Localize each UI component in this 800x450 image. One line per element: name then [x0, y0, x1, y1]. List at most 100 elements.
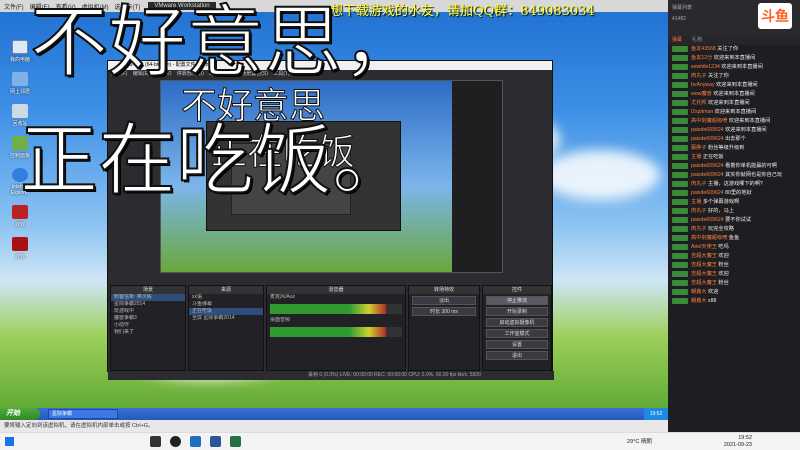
- chat-text: 80里的地狱: [725, 190, 752, 196]
- chat-text: 好的，马上: [708, 208, 734, 214]
- chat-text: 欢迎来到本直播间: [713, 91, 755, 97]
- chat-text: 主播，这游戏哪下的啊?: [708, 181, 763, 187]
- chat-username[interactable]: 吉超大魔王: [691, 280, 717, 286]
- overlay-line1: 不好意思，: [29, 0, 421, 88]
- chat-username[interactable]: 吉超大魔王: [691, 253, 717, 259]
- desktop-icon-game2[interactable]: 游戏: [4, 237, 36, 260]
- scene-item[interactable]: 星际争霸2014: [111, 301, 185, 308]
- chat-username[interactable]: wow魔兽: [691, 91, 712, 97]
- chat-message: paisde609624 80里的地狱: [668, 189, 800, 198]
- source-item[interactable]: 斗鱼弹幕: [189, 301, 263, 308]
- fan-badge-icon: [672, 216, 688, 223]
- obs-window[interactable]: OBS 27.1 (64-bit, win) - 配置文件: 未命名 文件(F)…: [107, 60, 554, 380]
- chat-username[interactable]: 朝鑫大: [691, 298, 707, 304]
- task-icon[interactable]: [190, 436, 201, 447]
- chat-text: 要不你试试: [725, 217, 752, 223]
- clock-time: 19:52: [738, 435, 752, 441]
- chat-username[interactable]: paisde609624: [691, 136, 724, 142]
- game-icon: [12, 205, 28, 219]
- chat-text: 粉丝: [718, 262, 729, 268]
- fan-badge-icon: [672, 45, 688, 52]
- chat-message: 主播 正在吃饭: [668, 153, 800, 162]
- fan-badge-icon: [672, 297, 688, 304]
- xp-taskbar: 开始 星际争霸 19:52: [0, 408, 668, 420]
- chat-username[interactable]: 主播: [691, 199, 701, 205]
- vm-menu-file[interactable]: 文件(F): [4, 2, 24, 11]
- chat-username[interactable]: Ariel天使王: [691, 244, 717, 250]
- fan-badge-icon: [672, 126, 688, 133]
- chat-username[interactable]: sewhile1234: [691, 64, 720, 70]
- chat-username[interactable]: l2spitman: [691, 109, 713, 115]
- chat-username[interactable]: paisde609624: [691, 163, 724, 169]
- chat-message: 肉丸子 好的，马上: [668, 207, 800, 216]
- chat-username[interactable]: 朝鑫大: [691, 289, 707, 295]
- chat-message: sewhile1234 欢迎来到本直播间: [668, 63, 800, 72]
- obs-task-icon[interactable]: [170, 436, 181, 447]
- transition-duration[interactable]: 时长 300 ms: [412, 307, 476, 316]
- chat-message: 吉超大魔王 粉丝: [668, 279, 800, 288]
- fan-badge-icon: [672, 72, 688, 79]
- word-icon[interactable]: [210, 436, 221, 447]
- chat-message: bvAnyway 欢迎来到本直播间: [668, 81, 800, 90]
- windows-start-icon[interactable]: [5, 437, 14, 446]
- source-item[interactable]: xx语: [189, 294, 263, 301]
- weather-widget[interactable]: 29°C 晴朗: [627, 437, 652, 445]
- source-item[interactable]: 正在吃饭: [189, 308, 263, 315]
- transition-select[interactable]: 淡出: [412, 296, 476, 305]
- tab-danmu[interactable]: 弹幕: [672, 36, 682, 45]
- chat-username[interactable]: 肉丸子: [691, 226, 707, 232]
- fan-badge-icon: [672, 189, 688, 196]
- chat-username[interactable]: 蔡胖子: [691, 145, 707, 151]
- chat-message: 高中剑魔超级喷 欢迎来到本直播间: [668, 117, 800, 126]
- cloud: [540, 150, 660, 200]
- scene-item[interactable]: 我们来了: [111, 329, 185, 336]
- chat-message: paisde609524 欢迎来到本直播间: [668, 126, 800, 135]
- chat-message: paisde609624 看着你单机能赢的可啊: [668, 162, 800, 171]
- chat-username[interactable]: bvAnyway: [691, 82, 715, 88]
- chat-username[interactable]: paisde609524: [691, 127, 724, 133]
- mixer-meter[interactable]: [270, 304, 402, 314]
- scene-item[interactable]: 魔兽争霸3: [111, 315, 185, 322]
- virtual-camera-button[interactable]: 启动虚拟摄像机: [486, 318, 548, 327]
- chat-username[interactable]: 主播: [691, 154, 701, 160]
- chat-username[interactable]: paisde609624: [691, 190, 724, 196]
- chat-username[interactable]: paisde609624: [691, 217, 724, 223]
- fan-badge-icon: [672, 288, 688, 295]
- chat-message-list: 鱼友43568 关注了你 鱼友12分 欢迎来到本直播间 sewhile1234 欢迎…: [668, 45, 800, 306]
- chat-username[interactable]: paisde609624: [691, 172, 724, 178]
- xp-task-item[interactable]: 星际争霸: [48, 409, 118, 419]
- stop-stream-button[interactable]: 停止推流: [486, 296, 548, 305]
- scene-item[interactable]: 玩游戏中: [111, 308, 185, 315]
- start-record-button[interactable]: 开始录制: [486, 307, 548, 316]
- chat-username[interactable]: 尤托邦: [691, 100, 707, 106]
- obs-dock: 场景 刺客信条: 英灵殿 星际争霸2014 玩游戏中 魔兽争霸3 小动作 我们来…: [108, 283, 554, 373]
- chat-username[interactable]: 吉超大魔王: [691, 271, 717, 277]
- exit-button[interactable]: 退出: [486, 351, 548, 360]
- xp-start-button[interactable]: 开始: [0, 408, 40, 420]
- controls-title: 控件: [483, 286, 551, 294]
- chat-tabs: 弹幕 礼物: [668, 36, 800, 45]
- source-item[interactable]: 全屏 星际争霸2014: [189, 315, 263, 322]
- fan-badge-icon: [672, 54, 688, 61]
- task-icon[interactable]: [150, 436, 161, 447]
- chat-username[interactable]: 鱼友43568: [691, 46, 716, 52]
- chat-username[interactable]: 肉丸子: [691, 73, 707, 79]
- chat-username[interactable]: 肉丸子: [691, 208, 707, 214]
- tab-gift[interactable]: 礼物: [692, 36, 702, 45]
- chat-text: 欢迎: [708, 289, 719, 295]
- system-clock[interactable]: 19:52 2021-09-23: [724, 435, 752, 449]
- fan-badge-icon: [672, 180, 688, 187]
- mixer-meter[interactable]: [270, 327, 402, 337]
- settings-button[interactable]: 设置: [486, 340, 548, 349]
- chat-username[interactable]: 肉丸子: [691, 181, 707, 187]
- chat-username[interactable]: 吉超大魔王: [691, 262, 717, 268]
- chat-username[interactable]: 鱼友12分: [691, 55, 712, 61]
- excel-icon[interactable]: [230, 436, 241, 447]
- desktop-icon-game1[interactable]: 游戏: [4, 205, 36, 228]
- scene-item[interactable]: 小动作: [111, 322, 185, 329]
- chat-username[interactable]: 高中剑魔超级喷: [691, 235, 727, 241]
- chat-message: 吉超大魔王 欢迎: [668, 270, 800, 279]
- scene-item[interactable]: 刺客信条: 英灵殿: [111, 294, 185, 301]
- chat-username[interactable]: 高中剑魔超级喷: [691, 118, 727, 124]
- studio-mode-button[interactable]: 工作室模式: [486, 329, 548, 338]
